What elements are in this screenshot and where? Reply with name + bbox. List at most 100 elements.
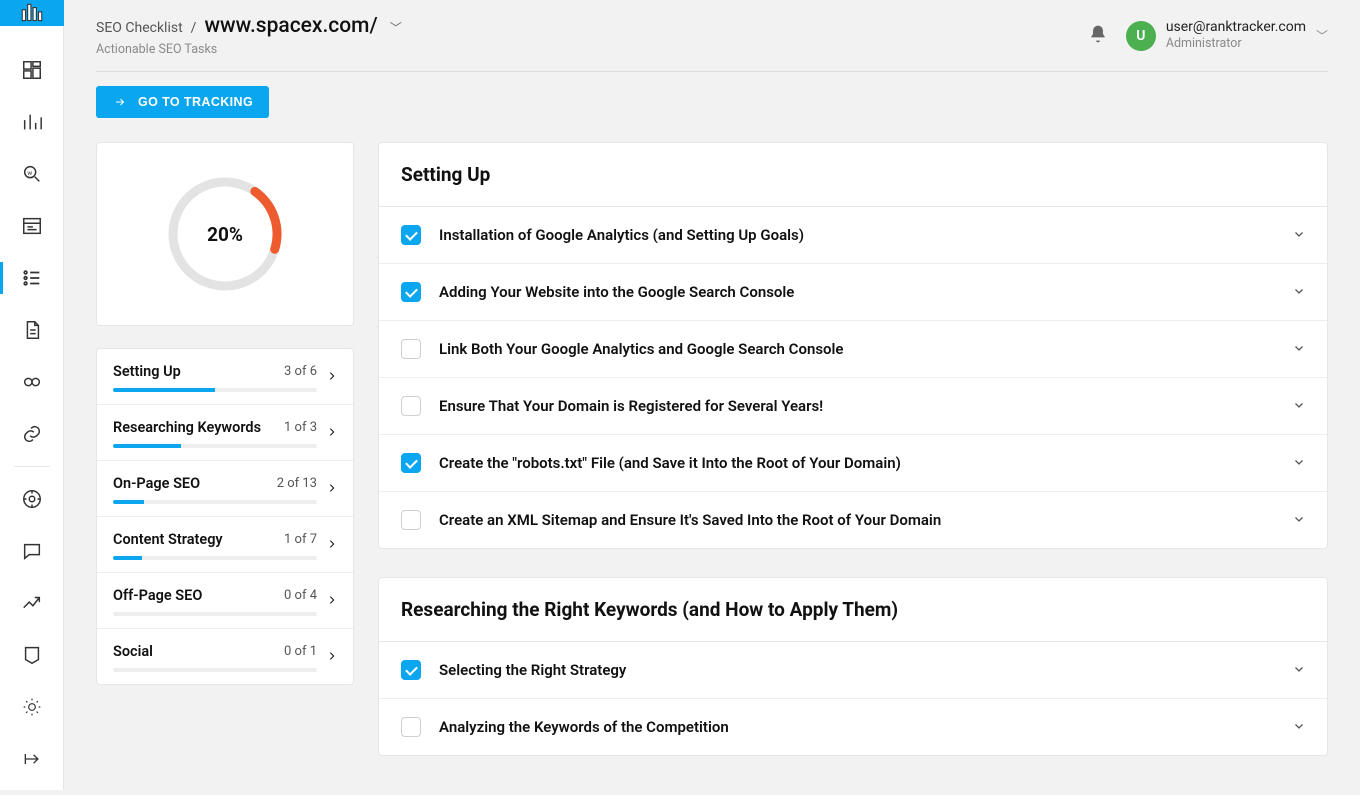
progress-gauge-card: 20% (96, 142, 354, 326)
notifications-icon[interactable] (1088, 24, 1108, 48)
category-title: Setting Up (113, 363, 181, 380)
section-title: Researching the Right Keywords (and How … (379, 578, 1327, 642)
category-list: Setting Up 3 of 6 Researching Keywords 1 of… (96, 348, 354, 685)
category-count: 2 of 13 (277, 476, 317, 491)
task-checkbox[interactable] (401, 510, 421, 530)
task-row[interactable]: Installation of Google Analytics (and Se… (379, 207, 1327, 264)
task-checkbox[interactable] (401, 396, 421, 416)
task-section: Researching the Right Keywords (and How … (378, 577, 1328, 756)
chevron-down-icon[interactable] (1293, 399, 1305, 414)
nav-monitor[interactable] (0, 356, 64, 408)
category-title: Researching Keywords (113, 419, 261, 436)
task-title: Adding Your Website into the Google Sear… (439, 283, 1275, 301)
category-title: Content Strategy (113, 531, 223, 548)
nav-rail: w (0, 0, 64, 790)
task-checkbox[interactable] (401, 282, 421, 302)
go-to-tracking-button[interactable]: GO TO TRACKING (96, 86, 269, 118)
category-count: 1 of 3 (284, 420, 317, 435)
task-checkbox[interactable] (401, 225, 421, 245)
nav-trends[interactable] (0, 577, 64, 629)
chevron-down-icon[interactable] (1293, 720, 1305, 735)
breadcrumb[interactable]: SEO Checklist / www.spacex.com/ ﹀ (96, 14, 402, 38)
task-row[interactable]: Adding Your Website into the Google Sear… (379, 264, 1327, 321)
nav-theme-toggle[interactable] (0, 681, 64, 733)
task-title: Installation of Google Analytics (and Se… (439, 226, 1275, 244)
avatar: U (1126, 21, 1156, 51)
task-checkbox[interactable] (401, 660, 421, 680)
task-row[interactable]: Create the "robots.txt" File (and Save i… (379, 435, 1327, 492)
sections: Setting Up Installation of Google Analyti… (378, 142, 1328, 766)
category-item[interactable]: Setting Up 3 of 6 (97, 349, 353, 404)
nav-rank-tracking[interactable] (0, 96, 64, 148)
task-row[interactable]: Link Both Your Google Analytics and Goog… (379, 321, 1327, 378)
category-count: 3 of 6 (284, 364, 317, 379)
chevron-down-icon[interactable] (1293, 513, 1305, 528)
app-logo[interactable] (0, 0, 64, 26)
chevron-down-icon[interactable] (1293, 342, 1305, 357)
category-item[interactable]: Content Strategy 1 of 7 (97, 516, 353, 572)
task-checkbox[interactable] (401, 717, 421, 737)
chevron-right-icon (327, 536, 337, 555)
task-section: Setting Up Installation of Google Analyti… (378, 142, 1328, 549)
category-title: Social (113, 643, 153, 660)
nav-serp-checker[interactable] (0, 200, 64, 252)
chevron-down-icon[interactable]: ﹀ (390, 19, 402, 36)
chevron-down-icon[interactable] (1293, 228, 1305, 243)
category-item[interactable]: Off-Page SEO0 of 4 (97, 572, 353, 628)
breadcrumb-domain[interactable]: www.spacex.com/ (204, 14, 377, 38)
task-row[interactable]: Selecting the Right Strategy (379, 642, 1327, 699)
chevron-down-icon[interactable] (1293, 456, 1305, 471)
user-role: Administrator (1166, 36, 1306, 52)
nav-separator (14, 466, 50, 467)
nav-help[interactable] (0, 473, 64, 525)
chevron-down-icon[interactable] (1293, 663, 1305, 678)
task-row[interactable]: Create an XML Sitemap and Ensure It's Sa… (379, 492, 1327, 548)
category-item[interactable]: On-Page SEO 2 of 13 (97, 460, 353, 516)
nav-reports[interactable] (0, 629, 64, 681)
chevron-right-icon (327, 592, 337, 611)
category-title: Off-Page SEO (113, 587, 202, 604)
nav-keyword-finder[interactable]: w (0, 148, 64, 200)
task-row[interactable]: Analyzing the Keywords of the Competitio… (379, 699, 1327, 755)
chevron-right-icon (327, 648, 337, 667)
nav-chat[interactable] (0, 525, 64, 577)
category-progress-bar (113, 612, 317, 616)
task-title: Link Both Your Google Analytics and Goog… (439, 340, 1275, 358)
chevron-down-icon: ﹀ (1316, 27, 1328, 44)
page-subtitle: Actionable SEO Tasks (96, 42, 402, 57)
category-count: 1 of 7 (284, 532, 317, 547)
svg-text:w: w (27, 169, 32, 177)
topbar: SEO Checklist / www.spacex.com/ ﹀ Action… (64, 0, 1360, 57)
task-title: Analyzing the Keywords of the Competitio… (439, 718, 1275, 736)
chevron-right-icon (327, 424, 337, 443)
category-item[interactable]: Social 0 of 1 (97, 628, 353, 684)
nav-dashboard[interactable] (0, 44, 64, 96)
task-row[interactable]: Ensure That Your Domain is Registered fo… (379, 378, 1327, 435)
progress-gauge: 20% (160, 169, 290, 299)
task-checkbox[interactable] (401, 339, 421, 359)
category-item[interactable]: Researching Keywords 1 of 3 (97, 404, 353, 460)
nav-web-audit[interactable] (0, 304, 64, 356)
chevron-right-icon (327, 480, 337, 499)
nav-collapse[interactable] (0, 733, 64, 785)
task-title: Create the "robots.txt" File (and Save i… (439, 454, 1275, 472)
nav-backlinks[interactable] (0, 408, 64, 460)
task-title: Ensure That Your Domain is Registered fo… (439, 397, 1275, 415)
category-count: 0 of 1 (284, 644, 317, 659)
user-email: user@ranktracker.com (1166, 19, 1306, 37)
category-progress-bar (113, 500, 317, 504)
task-checkbox[interactable] (401, 453, 421, 473)
go-to-tracking-label: GO TO TRACKING (138, 95, 253, 109)
section-title: Setting Up (379, 143, 1327, 207)
category-progress-bar (113, 556, 317, 560)
task-title: Selecting the Right Strategy (439, 661, 1275, 679)
nav-seo-checklist[interactable] (0, 252, 64, 304)
chevron-down-icon[interactable] (1293, 285, 1305, 300)
category-progress-bar (113, 444, 317, 448)
task-title: Create an XML Sitemap and Ensure It's Sa… (439, 511, 1275, 529)
user-menu[interactable]: U user@ranktracker.com Administrator ﹀ (1126, 19, 1328, 52)
chevron-right-icon (327, 368, 337, 387)
breadcrumb-separator: / (191, 20, 197, 36)
breadcrumb-section: SEO Checklist (96, 20, 183, 36)
category-title: On-Page SEO (113, 475, 200, 492)
